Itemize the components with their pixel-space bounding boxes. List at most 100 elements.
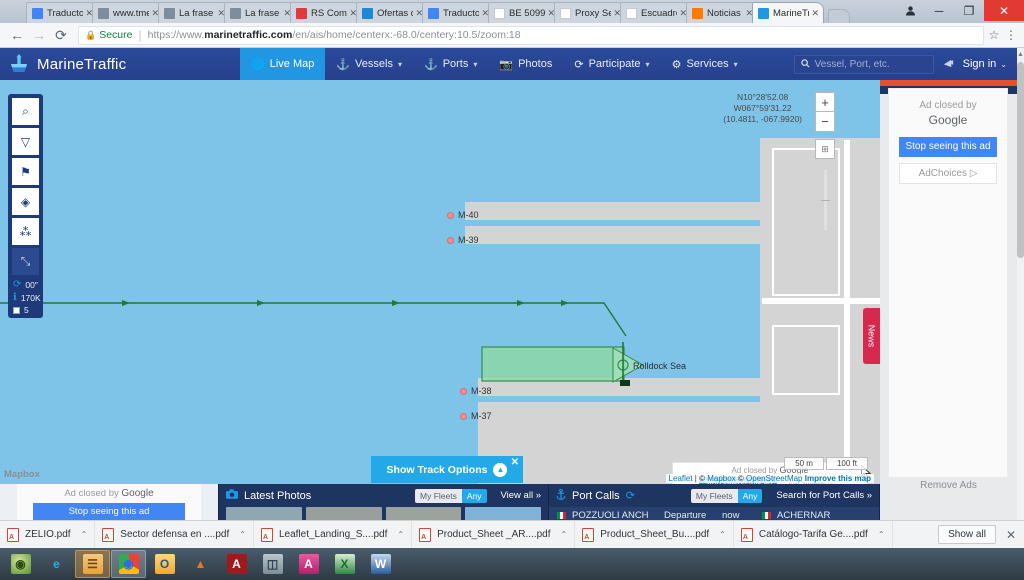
site-search-input[interactable]: Vessel, Port, etc. (793, 54, 934, 74)
site-logo[interactable]: MarineTraffic (0, 53, 240, 75)
zoom-slider[interactable] (821, 170, 830, 230)
scrollbar-thumb[interactable] (1017, 62, 1024, 258)
browser-tab[interactable]: Traductor ✕ (422, 2, 494, 23)
chevron-up-icon[interactable]: ⌃ (81, 530, 88, 539)
outlook-icon[interactable]: O (147, 550, 182, 578)
forward-icon[interactable]: → (28, 25, 50, 45)
port-calls-search-link[interactable]: Search for Port Calls » (776, 490, 872, 501)
nav-services[interactable]: ⚙ Services ▾ (661, 48, 749, 80)
chevron-up-icon[interactable]: ⌃ (239, 530, 246, 539)
right-ad-adchoices-button[interactable]: AdChoices ▷ (899, 163, 997, 184)
tab-close-icon[interactable]: ✕ (811, 8, 819, 19)
zoom-out-button[interactable]: − (815, 112, 835, 132)
download-item[interactable]: Catálogo-Tarifa Ge....pdf ⌃ (734, 520, 893, 549)
right-ad-stop-button[interactable]: Stop seeing this ad (899, 137, 997, 157)
download-item[interactable]: ZELIO.pdf ⌃ (0, 520, 96, 549)
internet-explorer-icon[interactable]: e (39, 550, 74, 578)
chevron-up-icon[interactable]: ⌃ (719, 530, 726, 539)
map-status-info[interactable]: ℹ 170K (8, 291, 43, 304)
reload-icon[interactable]: ⟳ (50, 25, 72, 45)
vlc-icon[interactable]: ▲ (183, 550, 218, 578)
track-options-close-icon[interactable]: ✕ (511, 457, 519, 468)
download-item[interactable]: Leaflet_Landing_S....pdf ⌃ (254, 520, 413, 549)
browser-tab[interactable]: Escuadró ✕ (620, 2, 692, 23)
chrome-menu-icon[interactable]: ⋮ (1004, 28, 1018, 42)
maximize-button[interactable]: ❐ (954, 0, 984, 21)
browser-tab[interactable]: www.tme ✕ (92, 2, 164, 23)
port-calls-refresh-icon[interactable]: ⟳ (626, 489, 635, 502)
photos-fleet-toggle[interactable]: My Fleets Any (415, 488, 487, 503)
minimize-button[interactable]: ─ (924, 0, 954, 21)
user-profile-button[interactable] (896, 0, 924, 21)
adobe-reader-icon[interactable]: A (219, 550, 254, 578)
portcalls-myfleets-option[interactable]: My Fleets (690, 488, 738, 503)
search-icon[interactable]: ⌕ (12, 98, 39, 125)
browser-tab[interactable]: Proxy Ser✕ (554, 2, 626, 23)
improve-map-link[interactable]: Improve this map (805, 474, 871, 483)
portcalls-any-option[interactable]: Any (737, 488, 763, 503)
new-tab-button[interactable] (828, 9, 850, 23)
berth-marker[interactable]: M-37 (460, 411, 492, 421)
nav-vessels[interactable]: ⚓ Vessels ▾ (325, 48, 413, 80)
layers-icon[interactable]: ◈ (12, 188, 39, 215)
chrome-icon[interactable]: ◉ (111, 550, 146, 578)
osm-link[interactable]: OpenStreetMap (746, 474, 802, 483)
browser-tab[interactable]: Noticias ✕ (686, 2, 758, 23)
show-all-downloads-button[interactable]: Show all (938, 525, 996, 544)
chevron-up-icon[interactable]: ⌃ (878, 530, 885, 539)
browser-tab[interactable]: La frase e✕ (158, 2, 230, 23)
photos-any-option[interactable]: Any (461, 488, 487, 503)
chevron-up-icon[interactable]: ⌃ (397, 530, 404, 539)
nav-photos[interactable]: 📷 Photos (488, 48, 563, 80)
map-status-refresh[interactable]: ⟳ 00″ (8, 278, 43, 291)
address-bar[interactable]: 🔒 Secure | https://www.marinetraffic.com… (78, 25, 984, 45)
network-icon[interactable]: ⁂ (12, 218, 39, 245)
word-icon[interactable]: W (363, 550, 398, 578)
publisher-icon[interactable]: ◫ (255, 550, 290, 578)
excel-icon[interactable]: X (327, 550, 362, 578)
browser-tab[interactable]: BE 5099 F✕ (488, 2, 560, 23)
download-item[interactable]: Product_Sheet _AR....pdf ⌃ (412, 520, 576, 549)
photos-myfleets-option[interactable]: My Fleets (415, 488, 462, 503)
signin-button[interactable]: Sign in ⌄ (963, 58, 1011, 70)
zoom-in-button[interactable]: + (815, 92, 835, 112)
page-scrollbar[interactable]: ▲ ▼ (1017, 48, 1024, 548)
berth-marker[interactable]: M-40 (447, 210, 479, 220)
close-button[interactable]: ✕ (984, 0, 1024, 21)
start-orb[interactable]: ◉ (3, 550, 38, 578)
live-map[interactable]: Rolldock Sea M-40 M-39 M-38 M-37 ⌕ ▽ ⚑ ◈ ⁂ ⤡ ⟳ 00… (0, 80, 880, 484)
map-status-checkbox[interactable]: 5 (8, 304, 43, 316)
download-item[interactable]: Sector defensa en ....pdf ⌃ (95, 520, 254, 549)
fullscreen-icon[interactable]: ⤡ (12, 248, 39, 275)
checkbox-icon[interactable] (13, 306, 20, 314)
berth-marker[interactable]: M-39 (447, 235, 479, 245)
mapbox-link[interactable]: Mapbox (707, 474, 735, 483)
chevron-up-icon[interactable]: ⌃ (561, 530, 568, 539)
browser-tab[interactable]: La frase e✕ (224, 2, 296, 23)
nav-participate[interactable]: ⟳ Participate ▾ (563, 48, 660, 80)
leaflet-link[interactable]: Leaflet (669, 474, 693, 483)
file-explorer-icon[interactable]: ☰ (75, 550, 110, 578)
browser-tab[interactable]: Traductor ✕ (26, 2, 98, 23)
back-icon[interactable]: ← (6, 25, 28, 45)
portcalls-fleet-toggle[interactable]: My Fleets Any (690, 488, 763, 503)
berth-marker[interactable]: M-38 (460, 386, 492, 396)
browser-tab[interactable]: RS Comp✕ (290, 2, 362, 23)
close-downloads-bar-icon[interactable]: ✕ (1006, 528, 1016, 542)
notifications-icon[interactable] (942, 56, 955, 72)
remove-ads-link[interactable]: Remove Ads (880, 480, 1017, 491)
fleet-icon[interactable]: ⚑ (12, 158, 39, 185)
bookmark-star-icon[interactable]: ☆ (984, 28, 1004, 42)
left-ad-stop-button[interactable]: Stop seeing this ad (33, 503, 185, 520)
filter-icon[interactable]: ▽ (12, 128, 39, 155)
news-tab[interactable]: News (863, 308, 880, 364)
nav-live-map[interactable]: 🌐 Live Map (240, 48, 326, 80)
measure-tool-icon[interactable]: ⊞ (815, 139, 835, 159)
nav-ports[interactable]: ⚓ Ports ▾ (413, 48, 488, 80)
scroll-up-arrow[interactable]: ▲ (1017, 48, 1024, 62)
download-item[interactable]: Product_Sheet_Bu....pdf ⌃ (575, 520, 734, 549)
access-icon[interactable]: A (291, 550, 326, 578)
photos-view-all-link[interactable]: View all » (501, 490, 542, 501)
browser-tab[interactable]: Ofertas d ✕ (356, 2, 428, 23)
browser-tab[interactable]: MarineTr ✕ (752, 2, 824, 23)
